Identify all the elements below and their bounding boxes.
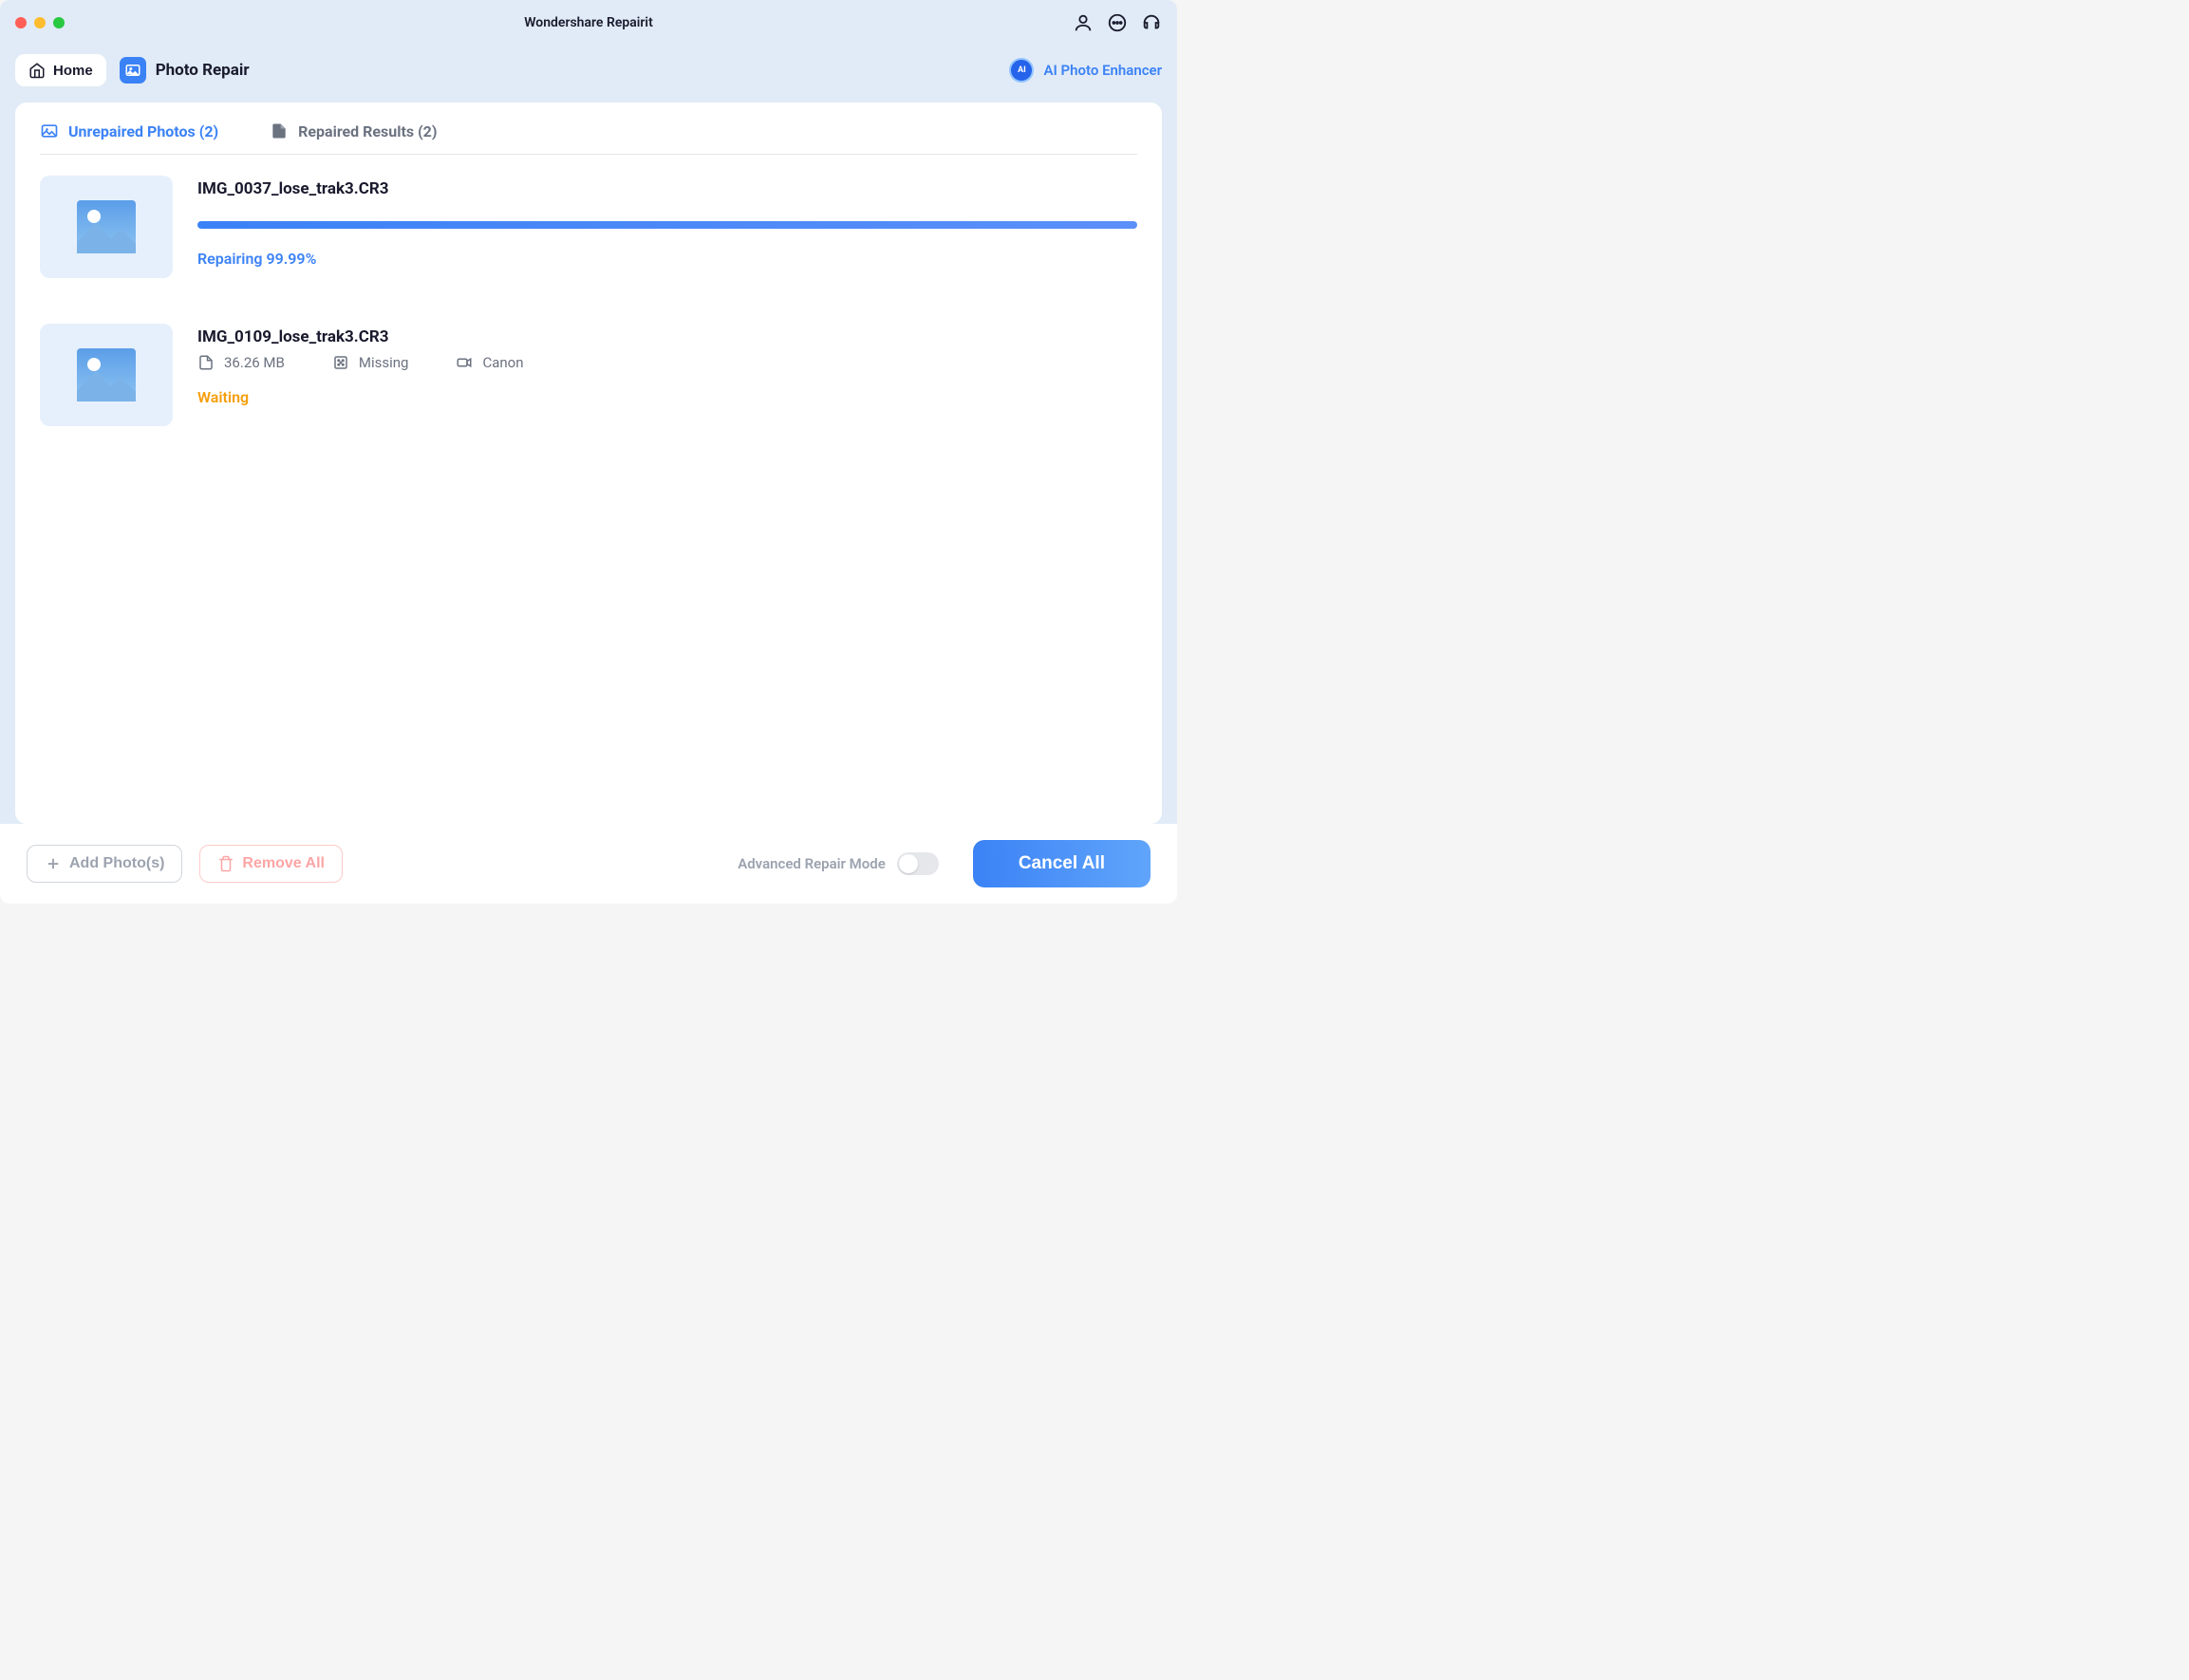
tabs: Unrepaired Photos (2) Repaired Results (…: [40, 121, 1137, 155]
item-body: IMG_0037_lose_trak3.CR3 Repairing 99.99%: [197, 176, 1137, 278]
cancel-all-button[interactable]: Cancel All: [973, 840, 1151, 887]
file-size-value: 36.26 MB: [224, 354, 285, 371]
title-bar-right: [1073, 12, 1162, 33]
ai-enhancer-label: AI Photo Enhancer: [1043, 62, 1162, 79]
file-name: IMG_0109_lose_trak3.CR3: [197, 327, 1137, 346]
file-icon: [270, 121, 289, 140]
home-label: Home: [53, 63, 93, 79]
title-bar: Wondershare Repairit: [0, 0, 1177, 46]
list-item: IMG_0037_lose_trak3.CR3 Repairing 99.99%: [40, 176, 1137, 278]
file-camera-value: Canon: [482, 354, 523, 371]
advanced-repair-toggle[interactable]: [897, 852, 939, 875]
file-camera: Canon: [456, 354, 523, 371]
camera-icon: [456, 354, 473, 371]
placeholder-image-icon: [77, 348, 136, 401]
app-window: Wondershare Repairit Home Photo Repair A…: [0, 0, 1177, 904]
ai-icon: AI: [1009, 58, 1034, 83]
feedback-icon[interactable]: [1107, 12, 1128, 33]
section-label: Photo Repair: [156, 61, 250, 80]
account-icon[interactable]: [1073, 12, 1094, 33]
tab-label: Repaired Results (2): [298, 122, 437, 140]
window-controls: [15, 17, 65, 28]
support-icon[interactable]: [1141, 12, 1162, 33]
app-title: Wondershare Repairit: [524, 15, 653, 30]
resolution-icon: [332, 354, 349, 371]
placeholder-image-icon: [77, 200, 136, 253]
home-button[interactable]: Home: [15, 54, 106, 86]
status-text: Waiting: [197, 388, 1137, 406]
nav-bar: Home Photo Repair AI AI Photo Enhancer: [0, 46, 1177, 95]
item-body: IMG_0109_lose_trak3.CR3 36.26 MB Missing: [197, 324, 1137, 426]
advanced-repair-mode: Advanced Repair Mode: [738, 852, 939, 875]
photo-repair-icon: [120, 57, 146, 84]
photo-thumbnail[interactable]: [40, 176, 173, 278]
content-panel: Unrepaired Photos (2) Repaired Results (…: [15, 103, 1162, 824]
remove-all-button[interactable]: Remove All: [199, 845, 343, 883]
section-header: Photo Repair: [120, 57, 250, 84]
minimize-window-button[interactable]: [34, 17, 46, 28]
file-icon: [197, 354, 215, 371]
tab-repaired-results[interactable]: Repaired Results (2): [270, 121, 437, 140]
photo-thumbnail[interactable]: [40, 324, 173, 426]
progress-bar: [197, 221, 1137, 229]
tab-label: Unrepaired Photos (2): [68, 122, 218, 140]
photo-list: IMG_0037_lose_trak3.CR3 Repairing 99.99%…: [40, 176, 1137, 426]
file-name: IMG_0037_lose_trak3.CR3: [197, 179, 1137, 198]
add-photos-button[interactable]: Add Photo(s): [27, 845, 182, 883]
ai-photo-enhancer-link[interactable]: AI AI Photo Enhancer: [1009, 58, 1162, 83]
file-size: 36.26 MB: [197, 354, 285, 371]
home-icon: [28, 62, 46, 79]
list-item: IMG_0109_lose_trak3.CR3 36.26 MB Missing: [40, 324, 1137, 426]
tab-unrepaired-photos[interactable]: Unrepaired Photos (2): [40, 121, 218, 140]
file-meta: 36.26 MB Missing Canon: [197, 354, 1137, 371]
status-text: Repairing 99.99%: [197, 250, 1137, 268]
maximize-window-button[interactable]: [53, 17, 65, 28]
image-icon: [40, 121, 59, 140]
remove-all-label: Remove All: [242, 855, 325, 872]
close-window-button[interactable]: [15, 17, 27, 28]
toggle-knob: [899, 854, 918, 873]
footer-bar: Add Photo(s) Remove All Advanced Repair …: [0, 824, 1177, 904]
file-resolution-value: Missing: [359, 354, 409, 371]
file-resolution: Missing: [332, 354, 409, 371]
add-photos-label: Add Photo(s): [69, 855, 164, 872]
plus-icon: [45, 855, 62, 872]
advanced-repair-label: Advanced Repair Mode: [738, 855, 886, 872]
trash-icon: [217, 855, 234, 872]
